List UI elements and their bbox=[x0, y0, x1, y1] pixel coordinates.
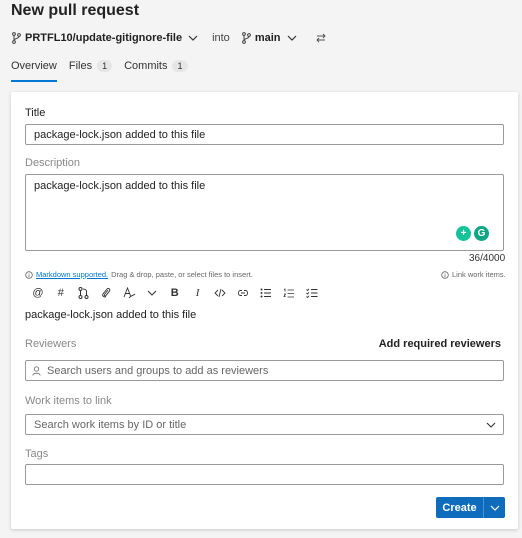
link-work-items[interactable]: Link work items. bbox=[441, 270, 506, 279]
char-count: 36/4000 bbox=[469, 253, 506, 264]
person-icon bbox=[32, 365, 41, 376]
into-label: into bbox=[212, 32, 230, 44]
tab-commits[interactable]: Commits 1 bbox=[124, 58, 188, 74]
description-preview: package-lock.json added to this file bbox=[25, 309, 197, 321]
link-work-items-text: Link work items. bbox=[452, 270, 506, 279]
description-label: Description bbox=[25, 157, 81, 169]
title-input-value: package-lock.json added to this file bbox=[34, 128, 206, 141]
branch-icon bbox=[12, 32, 21, 44]
grammarly-icon[interactable]: G bbox=[474, 226, 489, 241]
create-options-button[interactable] bbox=[483, 497, 505, 518]
work-items-placeholder: Search work items by ID or title bbox=[34, 418, 187, 431]
format-icon[interactable] bbox=[121, 286, 137, 300]
description-value: package-lock.json added to this file bbox=[34, 180, 206, 192]
tab-bar: Overview Files 1 Commits 1 bbox=[11, 58, 200, 82]
count-badge: 1 bbox=[172, 60, 188, 72]
add-icon[interactable]: + bbox=[456, 226, 471, 241]
markdown-hint: Markdown supported. Drag & drop, paste, … bbox=[25, 270, 253, 279]
reviewers-placeholder: Search users and groups to add as review… bbox=[47, 364, 269, 377]
hashtag-icon[interactable]: # bbox=[53, 286, 69, 300]
bulleted-list-icon[interactable] bbox=[258, 286, 274, 300]
branch-icon bbox=[241, 32, 251, 44]
pull-request-icon[interactable] bbox=[76, 286, 92, 300]
info-icon bbox=[25, 270, 33, 279]
branch-selector-bar: PRTFL10/update-gitignore-file into main bbox=[11, 30, 327, 46]
formatting-toolbar: @ # B I bbox=[30, 286, 326, 300]
description-textarea[interactable]: package-lock.json added to this file bbox=[25, 174, 504, 251]
title-input[interactable]: package-lock.json added to this file bbox=[25, 124, 504, 145]
tags-input[interactable] bbox=[25, 464, 504, 485]
count-badge: 1 bbox=[97, 60, 113, 72]
tab-label: Commits bbox=[124, 60, 168, 72]
numbered-list-icon[interactable] bbox=[281, 286, 297, 300]
chevron-down-icon[interactable] bbox=[188, 33, 198, 43]
add-required-reviewers-button[interactable]: Add required reviewers bbox=[379, 338, 501, 350]
markdown-hint-text: Drag & drop, paste, or select files to i… bbox=[111, 270, 253, 279]
tags-label: Tags bbox=[25, 448, 49, 460]
code-icon[interactable] bbox=[212, 286, 228, 300]
attach-icon[interactable] bbox=[98, 286, 114, 300]
work-items-search-input[interactable]: Search work items by ID or title bbox=[25, 414, 504, 435]
target-branch[interactable]: main bbox=[255, 32, 281, 44]
task-list-icon[interactable] bbox=[304, 286, 320, 300]
pull-request-form: Title package-lock.json added to this fi… bbox=[11, 92, 518, 529]
create-button[interactable]: Create bbox=[436, 497, 483, 518]
reviewers-search-input[interactable]: Search users and groups to add as review… bbox=[25, 360, 504, 381]
grammarly-widget[interactable]: + G bbox=[456, 226, 489, 241]
bold-icon[interactable]: B bbox=[167, 286, 183, 300]
title-label: Title bbox=[25, 107, 46, 119]
chevron-down-icon[interactable] bbox=[486, 421, 496, 429]
reviewers-label: Reviewers bbox=[25, 338, 77, 350]
work-items-label: Work items to link bbox=[25, 395, 112, 407]
source-branch[interactable]: PRTFL10/update-gitignore-file bbox=[25, 32, 182, 44]
link-icon[interactable] bbox=[235, 286, 251, 300]
italic-icon[interactable]: I bbox=[190, 286, 206, 300]
markdown-link[interactable]: Markdown supported. bbox=[36, 270, 108, 279]
info-icon bbox=[441, 270, 449, 279]
chevron-down-icon bbox=[490, 505, 499, 511]
mention-icon[interactable]: @ bbox=[30, 286, 46, 300]
tab-label: Overview bbox=[11, 60, 57, 72]
chevron-down-icon[interactable] bbox=[287, 33, 297, 43]
tab-label: Files bbox=[68, 60, 93, 72]
page-title: New pull request bbox=[11, 2, 140, 19]
chevron-down-icon[interactable] bbox=[144, 286, 160, 300]
swap-branches-icon[interactable] bbox=[315, 32, 327, 44]
tab-files[interactable]: Files 1 bbox=[68, 58, 113, 74]
tab-overview[interactable]: Overview bbox=[11, 58, 57, 82]
